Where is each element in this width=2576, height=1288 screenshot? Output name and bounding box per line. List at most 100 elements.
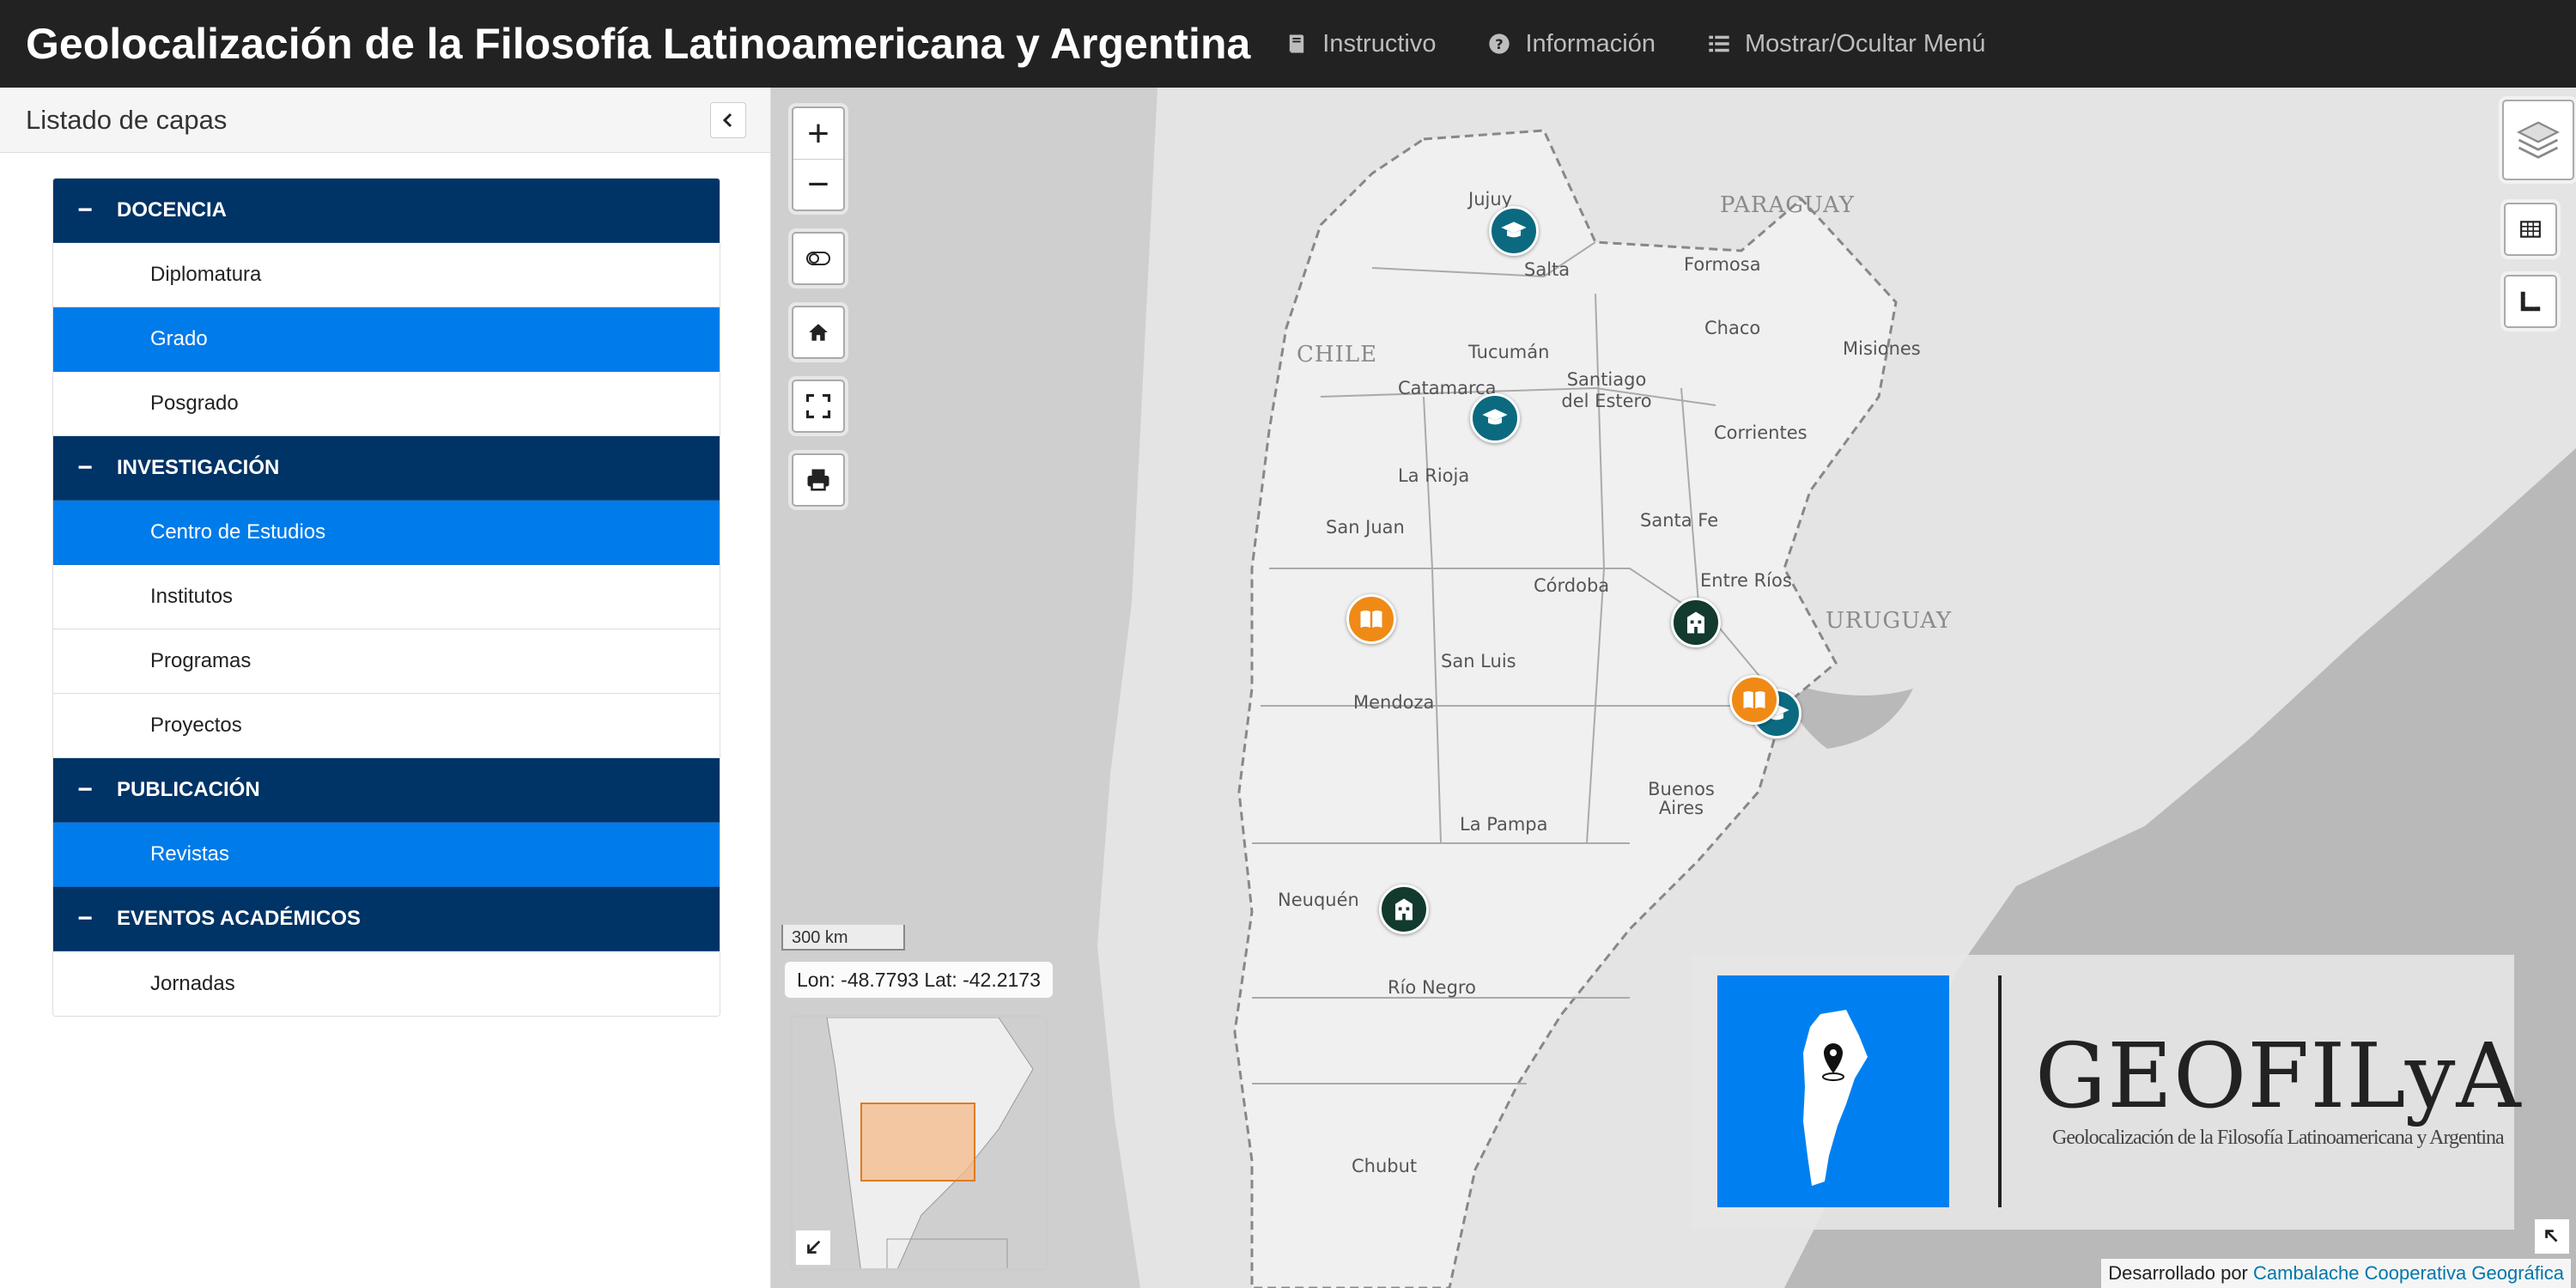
layer-item-proyectos[interactable]: Proyectos <box>53 694 720 758</box>
logo-subtitle: Geolocalización de la Filosofía Latinoam… <box>2052 1127 2505 1149</box>
argentina-silhouette-icon <box>1803 1010 1868 1186</box>
nav-instructivo[interactable]: Instructivo <box>1285 30 1436 58</box>
logo-divider <box>1998 975 2002 1207</box>
scale-bar: 300 km <box>781 925 905 951</box>
layer-item-diplomatura[interactable]: Diplomatura <box>53 243 720 307</box>
map-marker-graduation-cap[interactable] <box>1470 393 1520 443</box>
province-label: Santa Fe <box>1640 510 1719 531</box>
logo-argentina-map <box>1717 975 1949 1207</box>
table-icon <box>2520 221 2541 238</box>
province-label: Buenos Aires <box>1648 779 1715 818</box>
mouse-coordinates: Lon: -48.7793 Lat: -42.2173 <box>785 962 1053 998</box>
app-title[interactable]: Geolocalización de la Filosofía Latinoam… <box>0 19 1250 69</box>
attribution-link[interactable]: Cambalache Cooperativa Geográfica <box>2253 1262 2564 1284</box>
graduation-cap-icon <box>1482 409 1508 425</box>
province-label: Chaco <box>1704 318 1761 338</box>
overview-map-image <box>793 1018 1045 1268</box>
ruler-icon <box>2520 291 2541 312</box>
layer-item-revistas[interactable]: Revistas <box>53 823 720 887</box>
map-canvas[interactable]: PARAGUAY CHILE URUGUAY Jujuy Salta Formo… <box>771 88 2576 1288</box>
layer-group-investigacion[interactable]: − INVESTIGACIÓN <box>53 436 720 501</box>
top-navbar: Geolocalización de la Filosofía Latinoam… <box>0 0 2576 88</box>
fullscreen-icon <box>805 393 831 419</box>
map-marker-book[interactable] <box>1346 594 1396 644</box>
province-label: San Juan <box>1326 517 1405 538</box>
layer-item-posgrado[interactable]: Posgrado <box>53 372 720 436</box>
group-collapse-toggle[interactable]: − <box>53 775 117 805</box>
measure-button[interactable] <box>2504 275 2557 328</box>
print-button[interactable] <box>792 453 845 507</box>
province-label: La Pampa <box>1460 814 1548 835</box>
layer-item-jornadas[interactable]: Jornadas <box>53 951 720 1016</box>
layer-item-grado[interactable]: Grado <box>53 307 720 372</box>
nav-toggle-menu-label: Mostrar/Ocultar Menú <box>1744 29 1986 58</box>
toggle-icon <box>806 252 830 265</box>
overview-map[interactable] <box>790 1015 1048 1271</box>
map-marker-building[interactable] <box>1671 598 1721 647</box>
group-collapse-toggle[interactable]: − <box>53 453 117 483</box>
nav-instructivo-label: Instructivo <box>1322 29 1437 58</box>
nav-informacion[interactable]: ? Información <box>1487 30 1656 58</box>
group-label: EVENTOS ACADÉMICOS <box>117 907 361 930</box>
sidebar: Listado de capas − DOCENCIA Diplomatura G… <box>0 88 771 1288</box>
province-label: San Luis <box>1441 651 1516 671</box>
question-circle-icon: ? <box>1489 33 1510 54</box>
sidebar-title: Listado de capas <box>26 104 228 135</box>
province-label: Formosa <box>1684 254 1761 275</box>
attribute-table-button[interactable] <box>2504 203 2557 256</box>
group-label: INVESTIGACIÓN <box>117 456 280 479</box>
expand-button[interactable] <box>2535 1219 2569 1254</box>
layer-item-centro-de-estudios[interactable]: Centro de Estudios <box>53 501 720 565</box>
attribution: Desarrollado por Cambalache Cooperativa … <box>2101 1259 2571 1288</box>
country-label-uruguay: URUGUAY <box>1826 608 1953 634</box>
province-label: Corrientes <box>1714 422 1807 443</box>
print-icon <box>807 469 829 491</box>
home-icon <box>809 324 828 341</box>
group-collapse-toggle[interactable]: − <box>53 904 117 933</box>
geofilya-logo: GEOFILyA Geolocalización de la Filosofía… <box>1692 955 2521 1230</box>
building-icon <box>1687 611 1704 634</box>
group-collapse-toggle[interactable]: − <box>53 196 117 225</box>
book-icon <box>1290 34 1304 53</box>
group-label: PUBLICACIÓN <box>117 778 260 801</box>
chevron-left-icon <box>722 112 732 127</box>
list-icon <box>1709 35 1729 52</box>
province-label: Tucumán <box>1468 342 1550 362</box>
arrow-up-left-icon <box>2545 1230 2558 1242</box>
province-label: Chubut <box>1352 1156 1418 1176</box>
zoom-in-button[interactable]: + <box>793 108 843 159</box>
province-label: Neuquén <box>1278 890 1359 910</box>
building-icon <box>1395 898 1413 920</box>
layer-group-eventos-academicos[interactable]: − EVENTOS ACADÉMICOS <box>53 887 720 951</box>
province-label: Córdoba <box>1534 575 1610 596</box>
map-marker-graduation-cap[interactable] <box>1489 206 1539 256</box>
layer-group-docencia[interactable]: − DOCENCIA <box>53 179 720 243</box>
map-marker-building[interactable] <box>1379 884 1429 934</box>
zoom-out-button[interactable]: − <box>793 159 843 210</box>
province-label: Entre Ríos <box>1700 570 1792 591</box>
nav-menu: Instructivo ? Información Mostrar/Oculta… <box>1285 30 2037 58</box>
attribution-prefix: Desarrollado por <box>2108 1262 2248 1284</box>
province-label: Santiago del Estero <box>1561 369 1652 411</box>
svg-text:?: ? <box>1496 36 1504 52</box>
collapse-sidebar-button[interactable] <box>710 101 746 138</box>
layer-switcher-button[interactable] <box>2502 100 2574 180</box>
toggle-layers-button[interactable] <box>792 232 845 285</box>
sidebar-header: Listado de capas <box>0 88 770 153</box>
province-label: Misiones <box>1843 338 1921 359</box>
map-marker-book[interactable] <box>1729 675 1779 725</box>
country-label-paraguay: PARAGUAY <box>1720 192 1856 218</box>
layer-group-publicacion[interactable]: − PUBLICACIÓN <box>53 758 720 823</box>
collapse-overview-button[interactable] <box>796 1230 830 1265</box>
country-label-chile: CHILE <box>1297 342 1378 368</box>
home-button[interactable] <box>792 306 845 359</box>
layer-item-programas[interactable]: Programas <box>53 629 720 694</box>
province-label: La Rioja <box>1398 465 1470 486</box>
layer-list: − DOCENCIA Diplomatura Grado Posgrado − IN… <box>52 178 720 1017</box>
nav-toggle-menu[interactable]: Mostrar/Ocultar Menú <box>1707 30 1985 58</box>
book-open-icon <box>1360 611 1382 628</box>
province-label: Salta <box>1524 259 1571 280</box>
layer-item-institutos[interactable]: Institutos <box>53 565 720 629</box>
fullscreen-button[interactable] <box>792 380 845 433</box>
zoom-control: + − <box>792 106 845 211</box>
